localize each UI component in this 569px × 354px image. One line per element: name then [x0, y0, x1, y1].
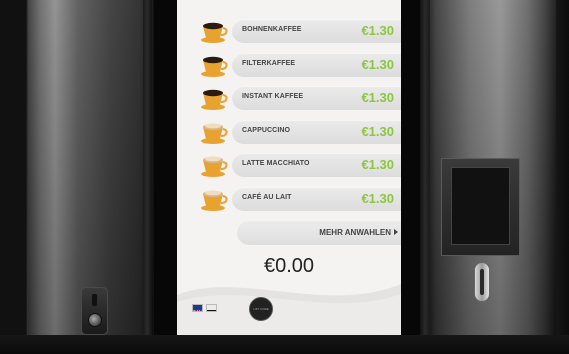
- coin-slot-opening: [480, 269, 484, 295]
- milk-coffee-cup-icon: [201, 123, 228, 144]
- machine-bottom-edge: [0, 335, 569, 354]
- menu-item-name: FILTERKAFFEE: [242, 59, 296, 67]
- milk-coffee-cup-icon: [201, 190, 228, 211]
- lift-code-button[interactable]: LIFT CODE: [249, 297, 273, 321]
- menu-item[interactable]: FILTERKAFFEE €1.30: [177, 48, 401, 80]
- menu-item-price: €1.30: [361, 157, 394, 172]
- menu-item-pill: FILTERKAFFEE €1.30: [232, 52, 401, 77]
- more-selections-button[interactable]: MEHR ANWAHLEN: [237, 221, 401, 245]
- menu-item-name: CAPPUCCINO: [242, 126, 291, 134]
- menu-item-price: €1.30: [361, 23, 394, 38]
- coffee-cup-icon: [201, 22, 228, 43]
- menu-item-price: €1.30: [361, 123, 394, 139]
- menu-item-pill: BOHNENKAFFEE €1.30: [232, 19, 401, 43]
- payment-reader: [441, 158, 520, 256]
- menu-item-name: INSTANT KAFFEE: [242, 93, 304, 100]
- menu-item-pill: INSTANT KAFFEE €1.30: [232, 86, 401, 110]
- screen-frame-right: [420, 0, 430, 354]
- menu-item-name: LATTE MACCHIATO: [242, 160, 310, 167]
- lock-cylinder-icon: [88, 313, 102, 327]
- menu-item-name: BOHNENKAFFEE: [242, 26, 302, 33]
- menu-item[interactable]: LATTE MACCHIATO €1.30: [177, 148, 401, 180]
- coffee-cup-icon: [201, 89, 228, 110]
- menu-item-pill: CAPPUCCINO €1.30: [232, 119, 401, 144]
- menu-item[interactable]: CAPPUCCINO €1.30: [177, 115, 401, 147]
- de-flag-icon[interactable]: [206, 304, 217, 312]
- menu-item-price: €1.30: [361, 90, 394, 105]
- menu-item-price: €1.30: [361, 190, 394, 206]
- more-selections-label: MEHR ANWAHLEN: [319, 228, 391, 237]
- menu-item-name: CAFÉ AU LAIT: [242, 193, 292, 201]
- menu-item-pill: CAFÉ AU LAIT €1.30: [232, 186, 401, 211]
- menu-item[interactable]: BOHNENKAFFEE €1.30: [177, 14, 401, 46]
- milk-coffee-cup-icon: [201, 156, 228, 177]
- arrow-right-icon: [394, 229, 398, 235]
- coin-slot[interactable]: [474, 262, 490, 302]
- touch-screen: BOHNENKAFFEE €1.30 FILTERKAFFEE €1.30 INSTAN…: [177, 0, 401, 335]
- menu-item-pill: LATTE MACCHIATO €1.30: [232, 153, 401, 177]
- decorative-wave: [177, 284, 401, 335]
- menu-item-price: €1.30: [361, 56, 394, 72]
- door-lock[interactable]: [81, 287, 108, 335]
- coffee-cup-icon: [201, 56, 228, 77]
- menu-item[interactable]: CAFÉ AU LAIT €1.30: [177, 182, 401, 214]
- menu-item[interactable]: INSTANT KAFFEE €1.30: [177, 81, 401, 113]
- payment-reader-window: [451, 167, 510, 245]
- en-flag-icon[interactable]: [192, 304, 203, 312]
- lock-slot: [92, 294, 97, 306]
- screen-frame-left: [143, 0, 152, 354]
- lift-code-label: LIFT CODE: [253, 307, 269, 311]
